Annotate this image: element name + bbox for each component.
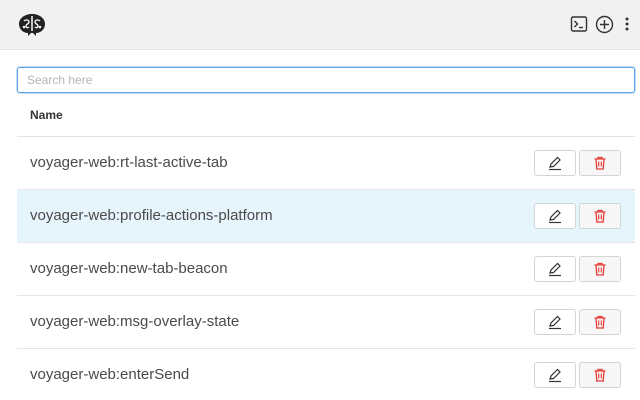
plus-circle-icon xyxy=(595,15,613,33)
column-header-name: Name xyxy=(30,108,63,122)
row-key-name: voyager-web:rt-last-active-tab xyxy=(30,154,228,171)
table-row[interactable]: voyager-web:profile-actions-platform xyxy=(17,190,635,243)
delete-button[interactable] xyxy=(579,203,621,229)
edit-button[interactable] xyxy=(534,362,576,388)
trash-icon xyxy=(594,262,606,276)
row-key-name: voyager-web:msg-overlay-state xyxy=(30,313,240,330)
pencil-icon xyxy=(549,209,561,224)
row-key-name: voyager-web:enterSend xyxy=(30,366,190,383)
edit-button[interactable] xyxy=(534,150,576,176)
table-row[interactable]: voyager-web:enterSend xyxy=(17,349,635,400)
terminal-button[interactable] xyxy=(569,14,589,34)
delete-button[interactable] xyxy=(579,150,621,176)
storage-key-list: voyager-web:rt-last-active-tab voyager-w… xyxy=(17,137,635,400)
more-options-button[interactable] xyxy=(620,14,634,34)
top-toolbar xyxy=(0,0,640,50)
brain-logo-icon xyxy=(16,11,48,37)
table-header: Name xyxy=(17,94,635,137)
terminal-icon xyxy=(570,16,588,32)
pencil-icon xyxy=(549,262,561,277)
trash-icon xyxy=(594,156,606,170)
table-row[interactable]: voyager-web:new-tab-beacon xyxy=(17,243,635,296)
trash-icon xyxy=(594,209,606,223)
pencil-icon xyxy=(549,315,561,330)
edit-button[interactable] xyxy=(534,256,576,282)
edit-button[interactable] xyxy=(534,203,576,229)
search-input[interactable] xyxy=(17,67,635,93)
delete-button[interactable] xyxy=(579,309,621,335)
vertical-ellipsis-icon xyxy=(625,17,629,31)
search-container xyxy=(17,67,635,93)
edit-button[interactable] xyxy=(534,309,576,335)
trash-icon xyxy=(594,315,606,329)
trash-icon xyxy=(594,368,606,382)
delete-button[interactable] xyxy=(579,362,621,388)
pencil-icon xyxy=(549,368,561,383)
table-row[interactable]: voyager-web:rt-last-active-tab xyxy=(17,137,635,190)
table-row[interactable]: voyager-web:msg-overlay-state xyxy=(17,296,635,349)
add-button[interactable] xyxy=(594,14,614,34)
delete-button[interactable] xyxy=(579,256,621,282)
pencil-icon xyxy=(549,156,561,171)
row-key-name: voyager-web:new-tab-beacon xyxy=(30,260,228,277)
row-key-name: voyager-web:profile-actions-platform xyxy=(30,207,273,224)
